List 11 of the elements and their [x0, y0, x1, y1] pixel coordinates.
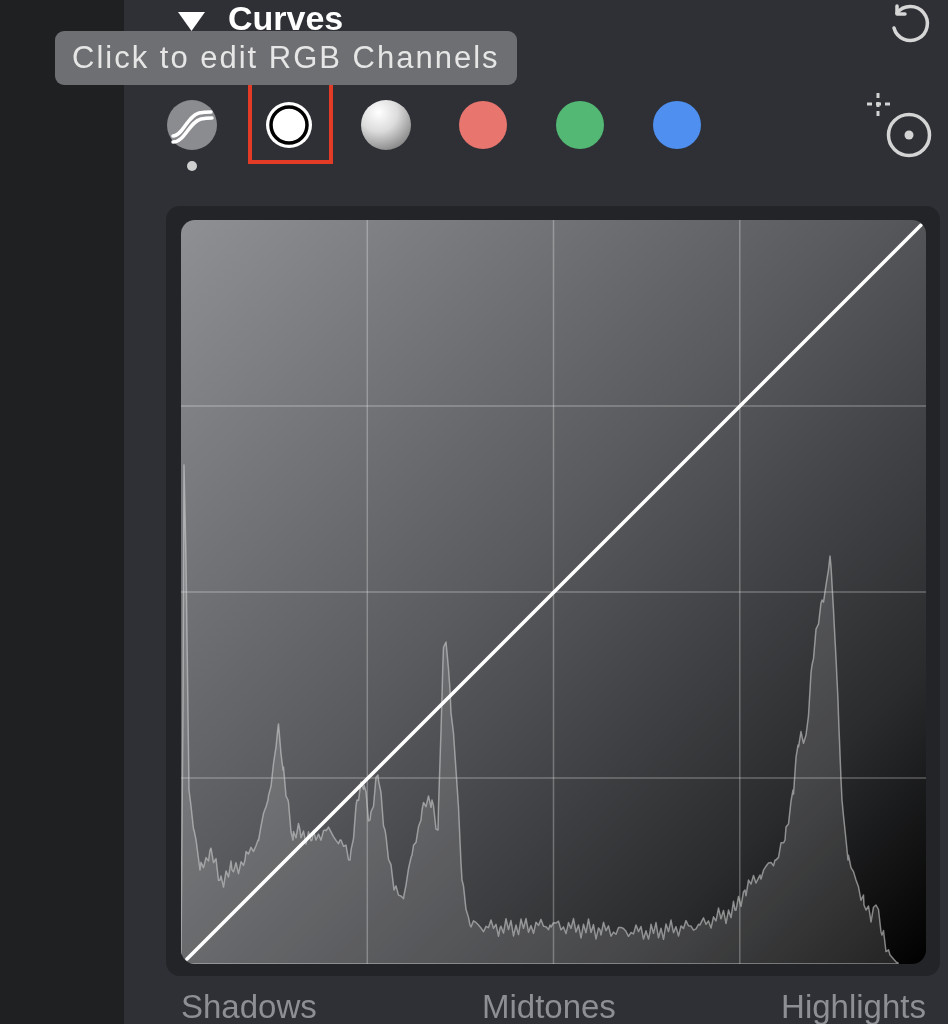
tooltip: Click to edit RGB Channels — [55, 31, 517, 85]
disclosure-triangle-icon[interactable] — [178, 12, 205, 31]
tone-label: Midtones — [481, 990, 616, 1023]
color-dot-icon[interactable] — [652, 100, 702, 150]
color-dot-icon[interactable] — [555, 100, 605, 150]
color-dot-icon[interactable] — [458, 100, 508, 150]
sphere-icon[interactable] — [361, 100, 411, 150]
ring-circle-icon[interactable] — [264, 100, 314, 150]
crosshair-target-icon[interactable] — [866, 92, 932, 158]
wave-circle-icon[interactable] — [167, 100, 217, 150]
tone-label: Shadows — [181, 990, 317, 1023]
